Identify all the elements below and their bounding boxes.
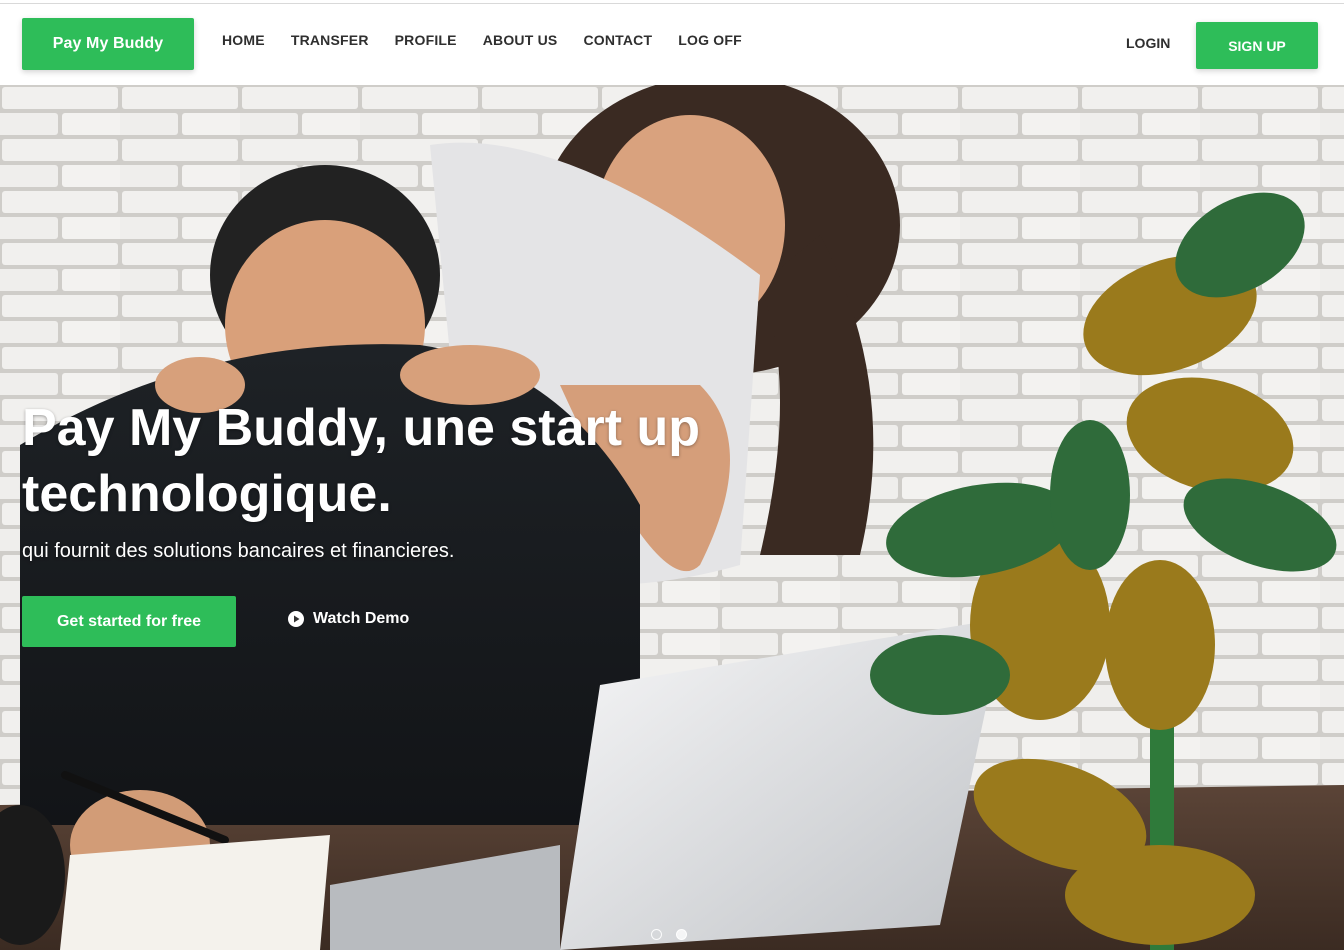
- nav-about-us[interactable]: ABOUT US: [483, 32, 558, 48]
- signup-button[interactable]: SIGN UP: [1196, 22, 1318, 69]
- play-circle-icon: [288, 611, 304, 627]
- nav-log-off[interactable]: LOG OFF: [678, 32, 742, 48]
- nav-transfer[interactable]: TRANSFER: [291, 32, 369, 48]
- login-link[interactable]: LOGIN: [1126, 35, 1170, 51]
- nav-profile[interactable]: PROFILE: [395, 32, 457, 48]
- nav-contact[interactable]: CONTACT: [583, 32, 652, 48]
- carousel-dot-1[interactable]: [651, 929, 662, 940]
- watch-demo-label: Watch Demo: [313, 610, 410, 627]
- hero-banner: Pay My Buddy, une start up technologique…: [0, 85, 1344, 950]
- navbar: Pay My Buddy HOME TRANSFER PROFILE ABOUT…: [0, 4, 1344, 85]
- carousel-indicators: [651, 929, 687, 940]
- brand-logo-button[interactable]: Pay My Buddy: [22, 18, 194, 70]
- carousel-dot-2[interactable]: [676, 929, 687, 940]
- hero-subtitle: qui fournit des solutions bancaires et f…: [22, 540, 455, 562]
- watch-demo-link[interactable]: Watch Demo: [288, 610, 409, 628]
- nav-home[interactable]: HOME: [222, 32, 265, 48]
- hero-title: Pay My Buddy, une start up technologique…: [22, 399, 701, 523]
- main-nav: HOME TRANSFER PROFILE ABOUT US CONTACT L…: [222, 32, 768, 48]
- get-started-button[interactable]: Get started for free: [22, 596, 236, 647]
